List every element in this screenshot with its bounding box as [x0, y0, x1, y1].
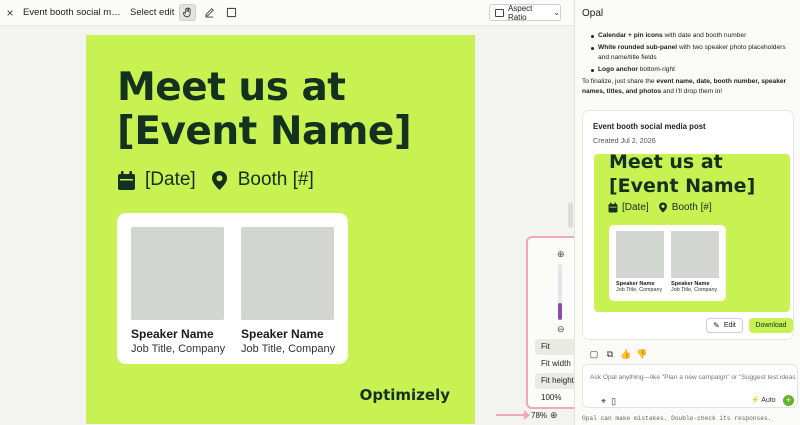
message-paragraph: To finalize, just share the event name, … — [582, 78, 787, 95]
hand-tool-icon[interactable] — [179, 4, 197, 21]
message-actions: ▢ ⧉ 👍 👎 — [586, 348, 650, 360]
preview-speaker-card: Speaker Name Job Title, Company — [671, 231, 719, 293]
panel-title: Opal — [582, 8, 604, 19]
download-button[interactable]: Download — [749, 318, 793, 333]
headline-line-2: [Event Name] — [117, 109, 412, 154]
preview-speaker-card: Speaker Name Job Title, Company — [616, 231, 664, 293]
preview-date-text: [Date] — [622, 202, 649, 213]
calendar-icon — [118, 170, 135, 190]
auto-mode-button[interactable]: ⚡ Auto — [751, 396, 776, 404]
preview-speaker-panel: Speaker Name Job Title, Company Speaker … — [609, 225, 726, 301]
rectangle-tool-icon[interactable] — [223, 4, 240, 21]
artifact-title: Event booth social media post — [593, 122, 706, 131]
preview-speaker-title: Job Title, Company — [671, 287, 718, 293]
attach-file-icon[interactable]: ▯ — [611, 396, 616, 407]
chevron-down-icon: ⌄ — [553, 8, 560, 17]
zoom-out-icon[interactable]: ⊖ — [557, 324, 565, 335]
opal-assistant-panel: Opal Calendar + pin icons with date and … — [574, 0, 800, 425]
event-meta-row[interactable]: [Date] Booth [#] — [117, 169, 314, 191]
send-button[interactable]: + — [783, 395, 794, 406]
thumbs-down-icon[interactable]: 👎 — [634, 348, 650, 360]
speaker-title: Job Title, Company — [241, 343, 336, 355]
speaker-photo-placeholder[interactable] — [241, 227, 334, 320]
zoom-in-icon[interactable]: ⊕ — [557, 249, 565, 260]
location-pin-icon — [658, 202, 667, 213]
speaker-card[interactable]: Speaker Name Job Title, Company — [131, 227, 226, 355]
disclaimer-text: Opal can make mistakes. Double-check its… — [582, 415, 772, 422]
speaker-title: Job Title, Company — [131, 343, 226, 355]
location-pin-icon — [211, 170, 227, 190]
pencil-icon: ✎ — [713, 321, 720, 330]
event-date-text: [Date] — [145, 169, 196, 190]
assistant-message: Calendar + pin icons with date and booth… — [582, 31, 794, 97]
preview-headline: Meet us at [Event Name] — [609, 154, 756, 197]
speaker-panel[interactable]: Speaker Name Job Title, Company Speaker … — [117, 213, 348, 364]
artifact-preview-thumbnail[interactable]: Meet us at [Event Name] [Date] Booth [#]… — [594, 154, 790, 312]
thumbs-up-icon[interactable]: 👍 — [618, 348, 634, 360]
annotation-arrow-head — [524, 410, 530, 420]
message-bullet: Logo anchor bottom-right — [582, 65, 794, 75]
editor-toolbar: × Event booth social media post Select e… — [0, 0, 573, 26]
poster-headline[interactable]: Meet us at [Event Name] — [117, 65, 412, 154]
poster-artboard[interactable]: Meet us at [Event Name] [Date] Booth [#]… — [86, 35, 475, 424]
zoom-level-text: 78% — [531, 410, 548, 420]
chat-input[interactable] — [590, 374, 796, 381]
input-tools: ⌖ ▯ — [601, 396, 621, 407]
close-icon[interactable]: × — [1, 4, 19, 22]
preview-speaker-title: Job Title, Company — [616, 287, 663, 293]
aspect-ratio-label: Aspect Ratio — [507, 3, 533, 22]
preview-speaker-photo — [671, 231, 719, 278]
zoom-slider[interactable] — [558, 264, 562, 320]
calendar-icon — [608, 202, 618, 213]
copy-icon[interactable]: ▢ — [586, 348, 602, 360]
speaker-photo-placeholder[interactable] — [131, 227, 224, 320]
auto-mode-label: Auto — [761, 397, 776, 404]
cursor-select-icon[interactable]: ⌖ — [601, 396, 606, 407]
zoom-icon[interactable]: ⊕ — [550, 410, 558, 421]
preview-meta-row: [Date] Booth [#] — [608, 202, 712, 213]
aspect-ratio-dropdown[interactable]: Aspect Ratio ⌄ — [489, 3, 561, 22]
lightning-icon: ⚡ — [751, 397, 760, 404]
zoom-slider-fill — [558, 303, 562, 320]
select-edit-button[interactable]: Select edit — [130, 7, 174, 18]
speaker-name: Speaker Name — [241, 327, 324, 341]
preview-booth-text: Booth [#] — [671, 202, 712, 213]
edit-button[interactable]: ✎ Edit — [706, 318, 743, 333]
headline-line-1: Meet us at — [117, 65, 346, 110]
preview-speaker-photo — [616, 231, 664, 278]
artifact-created-date: Created Jul 2, 2026 — [593, 136, 656, 145]
message-bullet: White rounded sub-panel with two speaker… — [582, 43, 794, 63]
zoom-level-control[interactable]: 78% ⊕ — [531, 408, 558, 422]
message-bullet: Calendar + pin icons with date and booth… — [582, 31, 794, 41]
duplicate-icon[interactable]: ⧉ — [602, 348, 618, 360]
artifact-card[interactable]: Event booth social media post Created Ju… — [582, 110, 794, 340]
brand-logo[interactable]: Optimizely — [360, 386, 450, 404]
speaker-name: Speaker Name — [131, 327, 214, 341]
booth-number-text: Booth [#] — [237, 169, 314, 190]
canvas-scrollbar[interactable] — [568, 202, 573, 228]
aspect-ratio-icon — [495, 8, 504, 17]
edit-button-label: Edit — [723, 322, 736, 329]
document-title: Event booth social media post — [23, 7, 121, 18]
design-canvas[interactable]: Meet us at [Event Name] [Date] Booth [#]… — [0, 27, 573, 425]
speaker-card[interactable]: Speaker Name Job Title, Company — [241, 227, 336, 355]
chat-input-box[interactable]: ⌖ ▯ ⚡ Auto + — [582, 364, 798, 408]
pen-tool-icon[interactable] — [201, 4, 218, 21]
